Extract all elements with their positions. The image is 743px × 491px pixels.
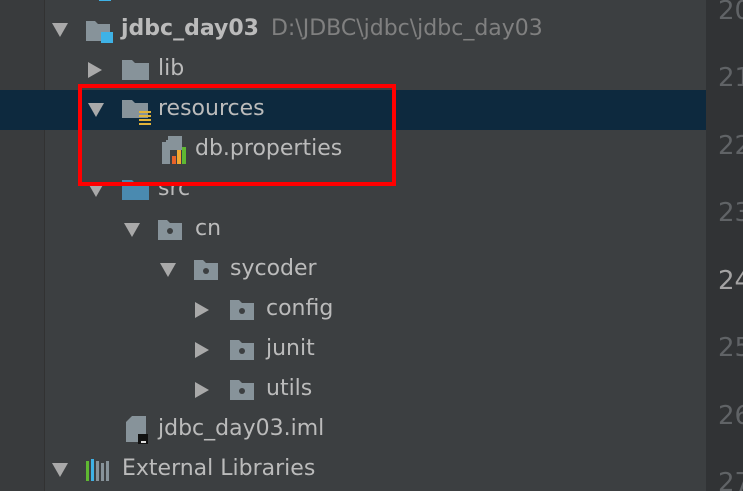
tree-row-partial[interactable] bbox=[0, 0, 706, 10]
package-icon bbox=[158, 219, 184, 241]
package-icon bbox=[194, 259, 220, 281]
line-number-gutter: 20 21 22 23 24 25 26 27 bbox=[706, 0, 743, 491]
libraries-icon bbox=[86, 459, 112, 481]
package-icon bbox=[230, 379, 256, 401]
package-icon bbox=[230, 339, 256, 361]
tree-item-config[interactable]: config bbox=[0, 290, 706, 330]
tree-item-sycoder[interactable]: sycoder bbox=[0, 250, 706, 290]
tree-item-label: junit bbox=[266, 336, 315, 361]
project-tree[interactable]: jdbc_day03 D:\JDBC\jdbc\jdbc_day03 lib re… bbox=[0, 0, 706, 491]
expand-arrow-icon[interactable] bbox=[160, 263, 176, 277]
module-icon bbox=[86, 0, 112, 1]
tree-item-label: config bbox=[266, 296, 334, 321]
line-number: 27 bbox=[718, 468, 743, 491]
expand-arrow-icon[interactable] bbox=[124, 223, 140, 237]
collapse-arrow-icon[interactable] bbox=[195, 382, 209, 398]
tree-item-label: lib bbox=[158, 56, 185, 81]
tree-item-label: jdbc_day03.iml bbox=[158, 416, 325, 441]
package-icon bbox=[230, 299, 256, 321]
tree-item-utils[interactable]: utils bbox=[0, 370, 706, 410]
current-line-number: 24 bbox=[718, 266, 743, 296]
expand-arrow-icon[interactable] bbox=[52, 463, 68, 477]
folder-icon bbox=[122, 59, 149, 81]
collapse-arrow-icon[interactable] bbox=[195, 302, 209, 318]
line-number: 21 bbox=[718, 63, 743, 93]
tree-item-label: cn bbox=[195, 216, 222, 241]
line-number: 20 bbox=[718, 0, 743, 26]
tree-item-label: utils bbox=[266, 376, 313, 401]
iml-file-icon bbox=[126, 416, 152, 444]
line-number: 25 bbox=[718, 333, 743, 363]
highlight-box bbox=[78, 84, 396, 186]
module-folder-icon bbox=[86, 19, 113, 43]
line-number: 23 bbox=[718, 198, 743, 228]
tree-item-external-libraries[interactable]: External Libraries bbox=[0, 450, 706, 490]
project-path: D:\JDBC\jdbc\jdbc_day03 bbox=[270, 16, 543, 41]
tree-item-label: External Libraries bbox=[122, 456, 316, 481]
tree-item-iml[interactable]: jdbc_day03.iml bbox=[0, 410, 706, 450]
tree-item-junit[interactable]: junit bbox=[0, 330, 706, 370]
project-name-label: jdbc_day03 D:\JDBC\jdbc\jdbc_day03 bbox=[121, 16, 543, 41]
line-number: 26 bbox=[718, 401, 743, 431]
collapse-arrow-icon[interactable] bbox=[88, 62, 102, 78]
tree-item-label: sycoder bbox=[230, 256, 317, 281]
expand-arrow-icon[interactable] bbox=[52, 23, 68, 37]
line-number: 22 bbox=[718, 131, 743, 161]
tree-item-cn[interactable]: cn bbox=[0, 210, 706, 250]
collapse-arrow-icon[interactable] bbox=[195, 342, 209, 358]
tree-row-project[interactable]: jdbc_day03 D:\JDBC\jdbc\jdbc_day03 bbox=[0, 10, 706, 50]
